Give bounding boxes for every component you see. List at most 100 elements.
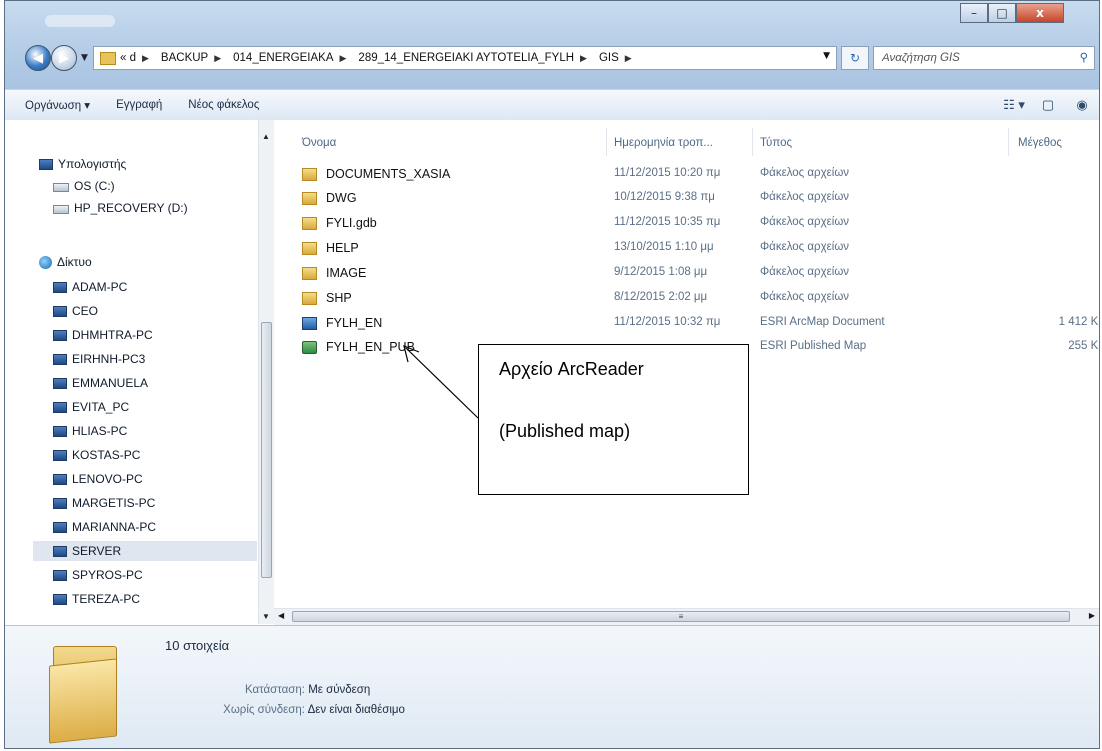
- folder-icon: [302, 292, 317, 305]
- preview-pane-icon[interactable]: ▢: [1031, 97, 1065, 113]
- nav-item-computer[interactable]: Υπολογιστής: [39, 154, 126, 174]
- forward-button[interactable]: ▶: [51, 45, 77, 71]
- chevron-right-icon: ▶: [142, 52, 149, 63]
- item-count: 10 στοιχεία: [165, 638, 230, 653]
- file-row[interactable]: HELP 13/10/2015 1:10 μμ Φάκελος αρχείων: [298, 238, 1098, 260]
- file-type: ESRI Published Map: [760, 340, 867, 352]
- file-name: FYLH_EN_PUB: [326, 340, 415, 354]
- back-button[interactable]: ◀: [25, 45, 51, 71]
- refresh-button[interactable]: ↻: [841, 46, 869, 70]
- nav-item-label: MARGETIS-PC: [72, 496, 156, 510]
- column-header-type[interactable]: Τύπος: [760, 128, 792, 158]
- view-options-icon[interactable]: ☷ ▾: [997, 97, 1031, 113]
- search-icon[interactable]: ⚲: [1080, 50, 1088, 64]
- nav-item-ceo[interactable]: CEO: [53, 301, 98, 321]
- recent-pages-dropdown[interactable]: ▼: [81, 53, 88, 63]
- breadcrumb-item[interactable]: BACKUP ▶: [161, 52, 227, 64]
- nav-item-emmanuela[interactable]: EMMANUELA: [53, 373, 148, 393]
- file-size: 1 412 KB: [1058, 316, 1099, 328]
- column-header-date[interactable]: Ημερομηνία τροπ...: [614, 128, 713, 158]
- nav-item-label: Δίκτυο: [57, 255, 92, 269]
- nav-item-label: KOSTAS-PC: [72, 448, 141, 462]
- breadcrumb-item[interactable]: « d ▶: [120, 52, 155, 64]
- nav-item-kostas-pc[interactable]: KOSTAS-PC: [53, 445, 140, 465]
- file-name: FYLI.gdb: [326, 216, 377, 230]
- column-separator[interactable]: [1008, 128, 1009, 156]
- folder-icon: [47, 640, 119, 744]
- nav-item-label: CEO: [72, 304, 99, 318]
- nav-pane-scroll-thumb[interactable]: [261, 322, 272, 578]
- computer-icon: [39, 158, 53, 170]
- file-name: DWG: [326, 191, 357, 205]
- nav-item-label: OS (C:): [74, 179, 115, 193]
- burn-button[interactable]: Εγγραφή: [103, 99, 175, 111]
- nav-item-margetis-pc[interactable]: MARGETIS-PC: [53, 493, 155, 513]
- nav-item-label: TEREZA-PC: [72, 592, 141, 606]
- nav-pane-scrollbar[interactable]: ▲ ▼: [258, 120, 274, 624]
- scroll-up-icon[interactable]: ▲: [262, 132, 270, 141]
- computer-icon: [53, 473, 67, 485]
- computer-icon: [53, 497, 67, 509]
- nav-item-evita-pc[interactable]: EVITA_PC: [53, 397, 129, 417]
- computer-icon: [53, 593, 67, 605]
- horizontal-scrollbar[interactable]: ◀ ≡ ▶: [274, 608, 1099, 625]
- nav-item-label: HLIAS-PC: [72, 424, 128, 438]
- annotation-line-1: Αρχείο ArcReader: [499, 359, 644, 379]
- toolbar-right: ☷ ▾ ▢ ◉: [997, 90, 1099, 120]
- file-row[interactable]: DOCUMENTS_XASIA 11/12/2015 10:20 πμ Φάκελο…: [298, 164, 1098, 186]
- computer-icon: [53, 401, 67, 413]
- organize-menu[interactable]: Οργάνωση ▾: [5, 98, 103, 112]
- file-name: HELP: [326, 241, 359, 255]
- nav-item-drive-c[interactable]: OS (C:): [53, 176, 115, 196]
- nav-item-spyros-pc[interactable]: SPYROS-PC: [53, 565, 143, 585]
- computer-icon: [53, 305, 67, 317]
- column-separator[interactable]: [606, 128, 607, 156]
- file-row[interactable]: IMAGE 9/12/2015 1:08 μμ Φάκελος αρχείων: [298, 263, 1098, 285]
- nav-item-server[interactable]: SERVER: [33, 541, 257, 561]
- breadcrumb-item[interactable]: 289_14_ENERGEIAKI AYTOTELIA_FYLH ▶: [358, 52, 593, 64]
- nav-item-network[interactable]: Δίκτυο: [39, 252, 92, 272]
- nav-item-eirhnh-pc3[interactable]: EIRHNH-PC3: [53, 349, 145, 369]
- column-separator[interactable]: [752, 128, 753, 156]
- scroll-right-icon[interactable]: ▶: [1089, 611, 1095, 620]
- nav-item-tereza-pc[interactable]: TEREZA-PC: [53, 589, 140, 609]
- offline-label: Χωρίς σύνδεση:: [223, 704, 305, 716]
- search-input[interactable]: Αναζήτηση GIS ⚲: [873, 46, 1095, 70]
- nav-item-hlias-pc[interactable]: HLIAS-PC: [53, 421, 127, 441]
- network-icon: [39, 255, 52, 269]
- file-date: 11/12/2015 10:20 πμ: [614, 167, 721, 179]
- nav-item-adam-pc[interactable]: ADAM-PC: [53, 277, 127, 297]
- nav-item-label: EMMANUELA: [72, 376, 149, 390]
- address-bar[interactable]: « d ▶ BACKUP ▶ 014_ENERGEIAKA ▶ 289_14_ENER…: [93, 46, 837, 70]
- nav-item-marianna-pc[interactable]: MARIANNA-PC: [53, 517, 156, 537]
- scroll-down-icon[interactable]: ▼: [262, 612, 270, 621]
- close-button[interactable]: x: [1016, 3, 1064, 23]
- file-row[interactable]: SHP 8/12/2015 2:02 μμ Φάκελος αρχείων: [298, 288, 1098, 310]
- address-dropdown-icon[interactable]: ▼: [823, 51, 830, 61]
- maximize-button[interactable]: □: [988, 3, 1016, 23]
- computer-icon: [53, 377, 67, 389]
- nav-item-lenovo-pc[interactable]: LENOVO-PC: [53, 469, 143, 489]
- computer-icon: [53, 329, 67, 341]
- navigation-row: ◀ ▶ ▼ « d ▶ BACKUP ▶ 014_ENERGEIAKA ▶ 289_1…: [5, 41, 1099, 77]
- breadcrumb-item[interactable]: GIS ▶: [599, 52, 638, 64]
- file-date: 8/12/2015 2:02 μμ: [614, 291, 708, 303]
- horizontal-scroll-thumb[interactable]: ≡: [292, 611, 1070, 622]
- nav-item-drive-d[interactable]: HP_RECOVERY (D:): [53, 198, 188, 218]
- nav-item-dhmhtra-pc[interactable]: DHMHTRA-PC: [53, 325, 153, 345]
- file-row[interactable]: DWG 10/12/2015 9:38 πμ Φάκελος αρχείων: [298, 188, 1098, 210]
- new-folder-button[interactable]: Νέος φάκελος: [175, 99, 272, 111]
- help-icon[interactable]: ◉: [1065, 97, 1099, 113]
- breadcrumb-item[interactable]: 014_ENERGEIAKA ▶: [233, 52, 352, 64]
- window-controls: – □ x: [960, 3, 1064, 27]
- column-header-size[interactable]: Μέγεθος: [1018, 128, 1062, 158]
- computer-icon: [53, 545, 67, 557]
- folder-icon: [302, 267, 317, 280]
- minimize-button[interactable]: –: [960, 3, 988, 23]
- nav-item-label: HP_RECOVERY (D:): [74, 201, 188, 215]
- scroll-left-icon[interactable]: ◀: [278, 611, 284, 620]
- column-header-name[interactable]: Όνομα: [302, 128, 336, 158]
- navigation-pane: Υπολογιστής OS (C:) HP_RECOVERY (D:) Δίκ…: [5, 120, 274, 624]
- file-row[interactable]: FYLI.gdb 11/12/2015 10:35 πμ Φάκελος αρχεί…: [298, 213, 1098, 235]
- file-row[interactable]: FYLH_EN 11/12/2015 10:32 πμ ESRI ArcMap Do…: [298, 313, 1099, 335]
